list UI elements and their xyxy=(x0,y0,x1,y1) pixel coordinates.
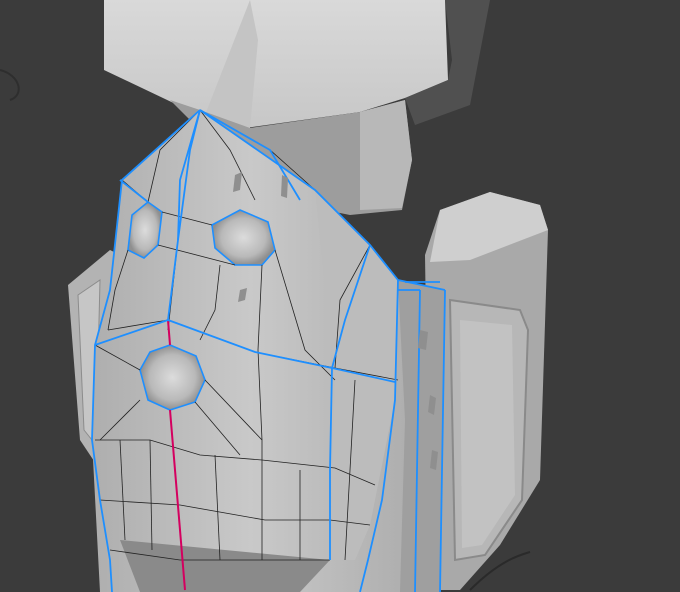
3d-viewport[interactable] xyxy=(0,0,680,592)
